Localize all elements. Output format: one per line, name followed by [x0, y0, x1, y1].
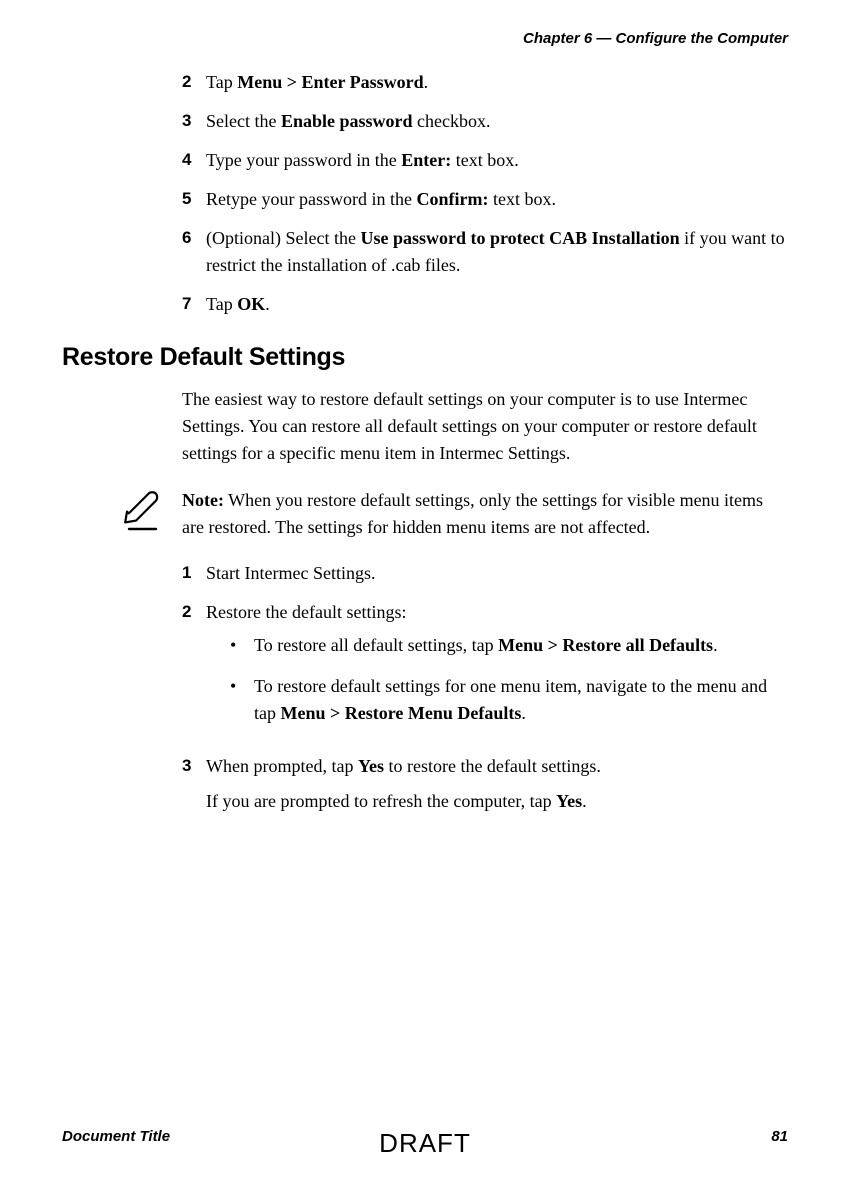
step-text-bold: Enter: [401, 150, 451, 170]
step-text-pre: Type your password in the [206, 150, 401, 170]
note-text: Note: When you restore default settings,… [182, 487, 788, 541]
step-body: Tap Menu > Enter Password. [206, 69, 788, 96]
step-text-bold: Yes [358, 756, 384, 776]
step-7: 7 Tap OK. [182, 291, 788, 318]
step-text-pre: Select the [206, 111, 281, 131]
bullet-bold: Menu > Restore all Defaults [498, 635, 713, 655]
followup-post: . [582, 791, 587, 811]
step-text-post: text box. [451, 150, 519, 170]
page-number: 81 [771, 1128, 788, 1145]
followup-pre: If you are prompted to refresh the compu… [206, 791, 556, 811]
step-6: 6 (Optional) Select the Use password to … [182, 225, 788, 279]
step-text-pre: Tap [206, 294, 237, 314]
bullet-body: To restore default settings for one menu… [254, 673, 788, 727]
step-4: 4 Type your password in the Enter: text … [182, 147, 788, 174]
step-number: 7 [182, 291, 206, 318]
pencil-note-icon [122, 489, 170, 542]
step-number: 5 [182, 186, 206, 213]
step-body: Type your password in the Enter: text bo… [206, 147, 788, 174]
bullet-post: . [713, 635, 718, 655]
step-text-post: to restore the default settings. [384, 756, 601, 776]
bullet-bold: Menu > Restore Menu Defaults [281, 703, 522, 723]
bullet-post: . [521, 703, 526, 723]
step-2: 2 Tap Menu > Enter Password. [182, 69, 788, 96]
step-body: (Optional) Select the Use password to pr… [206, 225, 788, 279]
step-r1: 1 Start Intermec Settings. [182, 560, 788, 587]
step-text-post: . [265, 294, 270, 314]
step-text-post: text box. [488, 189, 556, 209]
step-text-pre: (Optional) Select the [206, 228, 360, 248]
step-text-pre: Retype your password in the [206, 189, 416, 209]
step-text-pre: When prompted, tap [206, 756, 358, 776]
step-text-bold: Confirm: [416, 189, 488, 209]
footer-doc-title: Document Title [62, 1128, 170, 1145]
step-text-pre: Tap [206, 72, 237, 92]
running-header: Chapter 6 — Configure the Computer [62, 30, 788, 47]
page-footer: Document Title DRAFT 81 [62, 1128, 788, 1145]
draft-watermark: DRAFT [379, 1128, 471, 1159]
step-r3: 3 When prompted, tap Yes to restore the … [182, 753, 788, 815]
step-3: 3 Select the Enable password checkbox. [182, 108, 788, 135]
note-label: Note: [182, 490, 224, 510]
bullet-mark: • [230, 673, 254, 727]
step-body: Select the Enable password checkbox. [206, 108, 788, 135]
step-body: Tap OK. [206, 291, 788, 318]
step-number: 3 [182, 753, 206, 815]
note-body: When you restore default settings, only … [182, 490, 763, 537]
step-body: Restore the default settings: • To resto… [206, 599, 788, 741]
note-block: Note: When you restore default settings,… [62, 487, 788, 542]
section-intro: The easiest way to restore default setti… [62, 386, 788, 467]
step-number: 1 [182, 560, 206, 587]
bullet-item: • To restore all default settings, tap M… [206, 632, 788, 659]
step-number: 6 [182, 225, 206, 279]
step-text-bold: Enable password [281, 111, 413, 131]
section-heading-restore: Restore Default Settings [62, 343, 788, 372]
step-body: Retype your password in the Confirm: tex… [206, 186, 788, 213]
step-body: Start Intermec Settings. [206, 560, 788, 587]
step-text-bold: Use password to protect CAB Installation [360, 228, 679, 248]
step-number: 3 [182, 108, 206, 135]
step-text: Restore the default settings: [206, 599, 788, 626]
step-text-post: checkbox. [413, 111, 491, 131]
bullet-pre: To restore all default settings, tap [254, 635, 498, 655]
bullet-item: • To restore default settings for one me… [206, 673, 788, 727]
step-number: 2 [182, 69, 206, 96]
step-5: 5 Retype your password in the Confirm: t… [182, 186, 788, 213]
bullet-mark: • [230, 632, 254, 659]
step-number: 4 [182, 147, 206, 174]
step-text-post: . [424, 72, 429, 92]
bullet-body: To restore all default settings, tap Men… [254, 632, 788, 659]
step-text-bold: OK [237, 294, 265, 314]
followup-bold: Yes [556, 791, 582, 811]
step-number: 2 [182, 599, 206, 741]
step-body: When prompted, tap Yes to restore the de… [206, 753, 788, 815]
step-r2: 2 Restore the default settings: • To res… [182, 599, 788, 741]
step-text-bold: Menu > Enter Password [237, 72, 423, 92]
